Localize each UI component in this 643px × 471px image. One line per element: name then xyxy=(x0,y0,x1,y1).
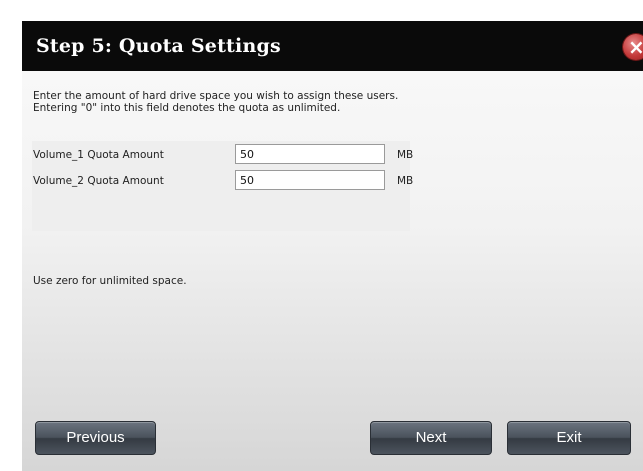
exit-button[interactable]: Exit xyxy=(507,421,631,455)
volume-2-quota-input[interactable] xyxy=(235,170,385,190)
close-button[interactable]: × xyxy=(623,34,643,60)
dialog-titlebar: Step 5: Quota Settings × xyxy=(22,21,643,71)
instructions-text: Enter the amount of hard drive space you… xyxy=(33,90,398,114)
quota-settings-dialog: Step 5: Quota Settings × Enter the amoun… xyxy=(22,21,643,471)
volume-2-quota-label: Volume_2 Quota Amount xyxy=(33,175,164,187)
volume-1-unit-label: MB xyxy=(397,149,414,161)
instructions-line-2: Entering "0" into this field denotes the… xyxy=(33,102,341,114)
close-x-icon: × xyxy=(628,35,643,59)
previous-button[interactable]: Previous xyxy=(35,421,156,455)
next-button[interactable]: Next xyxy=(370,421,492,455)
volume-2-unit-label: MB xyxy=(397,175,414,187)
volume-1-quota-label: Volume_1 Quota Amount xyxy=(33,149,164,161)
quota-row-volume-1: Volume_1 Quota Amount MB xyxy=(32,144,414,166)
volume-1-quota-input[interactable] xyxy=(235,144,385,164)
quota-panel: Volume_1 Quota Amount MB Volume_2 Quota … xyxy=(32,141,414,231)
dialog-title: Step 5: Quota Settings xyxy=(36,35,281,57)
unlimited-hint: Use zero for unlimited space. xyxy=(33,275,187,287)
instructions-line-1: Enter the amount of hard drive space you… xyxy=(33,90,399,102)
quota-row-volume-2: Volume_2 Quota Amount MB xyxy=(32,170,414,192)
